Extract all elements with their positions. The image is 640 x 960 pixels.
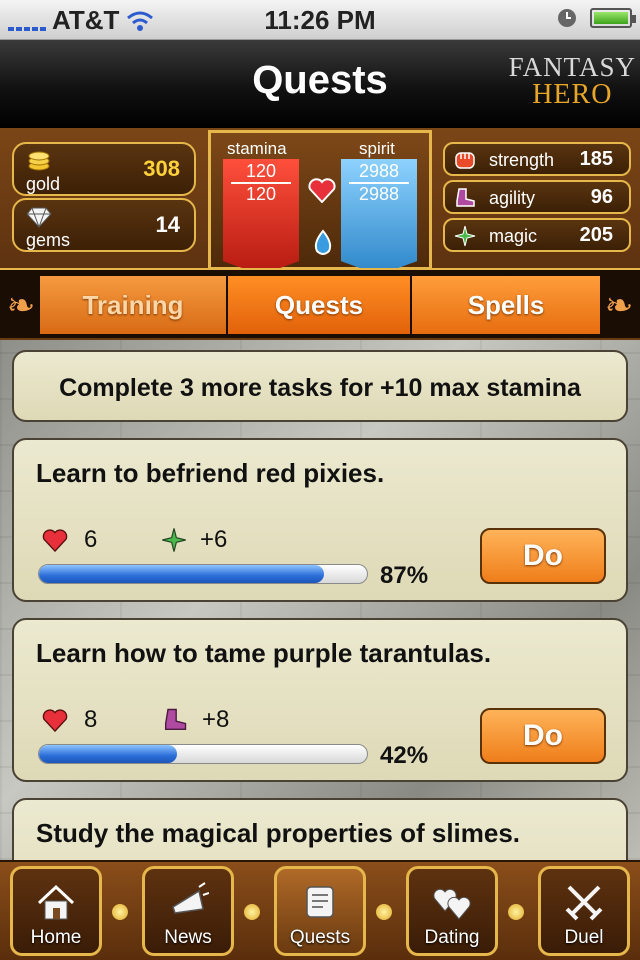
gems-value: 14 — [155, 212, 180, 237]
agility-stat[interactable]: agility 96 — [443, 180, 631, 214]
strength-value: 185 — [579, 148, 613, 170]
divider-dot — [376, 904, 392, 920]
bottom-tab-bar: Home News Quests Dating Duel — [0, 860, 640, 960]
right-flourish-icon: ❧ — [604, 287, 634, 325]
magic-label: magic — [489, 226, 538, 246]
quest-title: Study the magical properties of slimes. — [36, 818, 521, 848]
quest-cost-value: 6 — [84, 526, 98, 553]
spirit-max: 2988 — [358, 184, 400, 204]
gold-label: gold — [26, 174, 61, 194]
divider-dot — [508, 904, 524, 920]
hearts-icon — [433, 888, 471, 920]
heart-icon — [42, 709, 68, 732]
strength-stat[interactable]: strength 185 — [443, 142, 631, 176]
magic-icon — [162, 528, 186, 552]
spirit-label: spirit — [359, 139, 395, 158]
stamina-label: stamina — [227, 139, 287, 158]
stamina-bonus-banner: Complete 3 more tasks for +10 max stamin… — [12, 350, 628, 422]
status-bar: AT&T 11:26 PM — [0, 0, 640, 40]
stamina-max: 120 — [245, 184, 277, 204]
tabbar-label: Duel — [564, 927, 604, 948]
agility-label: agility — [489, 188, 536, 208]
gold-coins-icon — [28, 151, 50, 171]
tab-spells[interactable]: Spells — [412, 276, 600, 334]
tabbar-dating[interactable]: Dating — [406, 866, 498, 956]
quest-card: Learn how to tame purple tarantulas. 8 +… — [12, 618, 628, 782]
tabbar-quests[interactable]: Quests — [274, 866, 366, 956]
sparkle-icon — [454, 225, 476, 247]
heart-icon — [42, 529, 68, 552]
quest-cost: 6 — [40, 526, 97, 554]
vitals-panel: stamina spirit 120 120 2988 2988 — [208, 130, 432, 275]
tabbar-home[interactable]: Home — [10, 866, 102, 956]
gems-label: gems — [26, 230, 71, 250]
stats-panel: gold 308 gems 14 stamina spirit 120 120 … — [0, 128, 640, 275]
quest-progress-bar — [38, 564, 368, 584]
strength-label: strength — [489, 150, 555, 170]
nav-bar: Quests FANTASY HERO — [0, 40, 640, 128]
scroll-icon — [306, 886, 334, 918]
quest-cost-value: 8 — [84, 706, 98, 733]
quest-reward-value: +8 — [202, 706, 230, 733]
spirit-current: 2988 — [358, 161, 400, 181]
stamina-banner: 120 120 — [223, 159, 299, 275]
quest-title: Learn how to tame purple tarantulas. — [36, 638, 492, 668]
tabbar-label: Quests — [289, 927, 351, 948]
boot-icon — [456, 188, 475, 207]
left-flourish-icon: ❧ — [6, 287, 36, 325]
quest-reward: +8 — [160, 706, 229, 734]
fist-icon — [455, 152, 475, 169]
quest-list[interactable]: Complete 3 more tasks for +10 max stamin… — [0, 340, 640, 860]
crossed-swords-icon — [565, 885, 603, 921]
magic-stat[interactable]: magic 205 — [443, 218, 631, 252]
tab-quests[interactable]: Quests — [228, 276, 410, 334]
quest-reward: +6 — [160, 526, 227, 554]
gold-value: 308 — [143, 156, 180, 181]
spirit-banner: 2988 2988 — [341, 159, 417, 275]
magic-value: 205 — [579, 224, 613, 246]
tabbar-duel[interactable]: Duel — [538, 866, 630, 956]
quest-progress-percent: 42% — [380, 742, 429, 769]
agility-value: 96 — [590, 186, 613, 208]
divider-dot — [244, 904, 260, 920]
section-tabs: ❧ Training Quests Spells ❧ — [0, 268, 640, 340]
tabbar-label: Dating — [424, 927, 480, 948]
gold-stat[interactable]: gold 308 — [12, 142, 196, 196]
tabbar-label: Home — [30, 927, 82, 948]
fantasy-hero-logo: FANTASY HERO — [509, 54, 636, 109]
quest-title: Learn to befriend red pixies. — [36, 458, 385, 488]
gems-stat[interactable]: gems 14 — [12, 198, 196, 252]
megaphone-icon — [172, 882, 209, 914]
quest-progress-bar — [38, 744, 368, 764]
quest-progress-percent: 87% — [380, 562, 429, 589]
clock: 11:26 PM — [264, 5, 376, 35]
quest-card: Study the magical properties of slimes. — [12, 798, 628, 860]
quest-card: Learn to befriend red pixies. 6 +6 87% D… — [12, 438, 628, 602]
tabbar-news[interactable]: News — [142, 866, 234, 956]
agility-icon — [164, 708, 187, 731]
battery-icon — [590, 8, 636, 28]
logo-line1: FANTASY — [508, 52, 636, 82]
do-quest-button[interactable]: Do — [480, 528, 606, 584]
do-quest-button[interactable]: Do — [480, 708, 606, 764]
gem-icon — [26, 207, 52, 228]
quest-cost: 8 — [40, 706, 97, 734]
stamina-current: 120 — [245, 161, 277, 181]
quest-reward-value: +6 — [200, 526, 228, 553]
tabbar-label: News — [164, 927, 212, 948]
spirit-swirl-icon — [314, 229, 332, 255]
divider-dot — [112, 904, 128, 920]
banner-text: Complete 3 more tasks for +10 max stamin… — [59, 374, 581, 402]
heart-icon — [308, 178, 336, 203]
home-icon — [37, 884, 75, 920]
logo-line2: HERO — [532, 79, 613, 110]
alarm-clock-icon — [558, 9, 576, 27]
tab-training[interactable]: Training — [40, 276, 226, 334]
